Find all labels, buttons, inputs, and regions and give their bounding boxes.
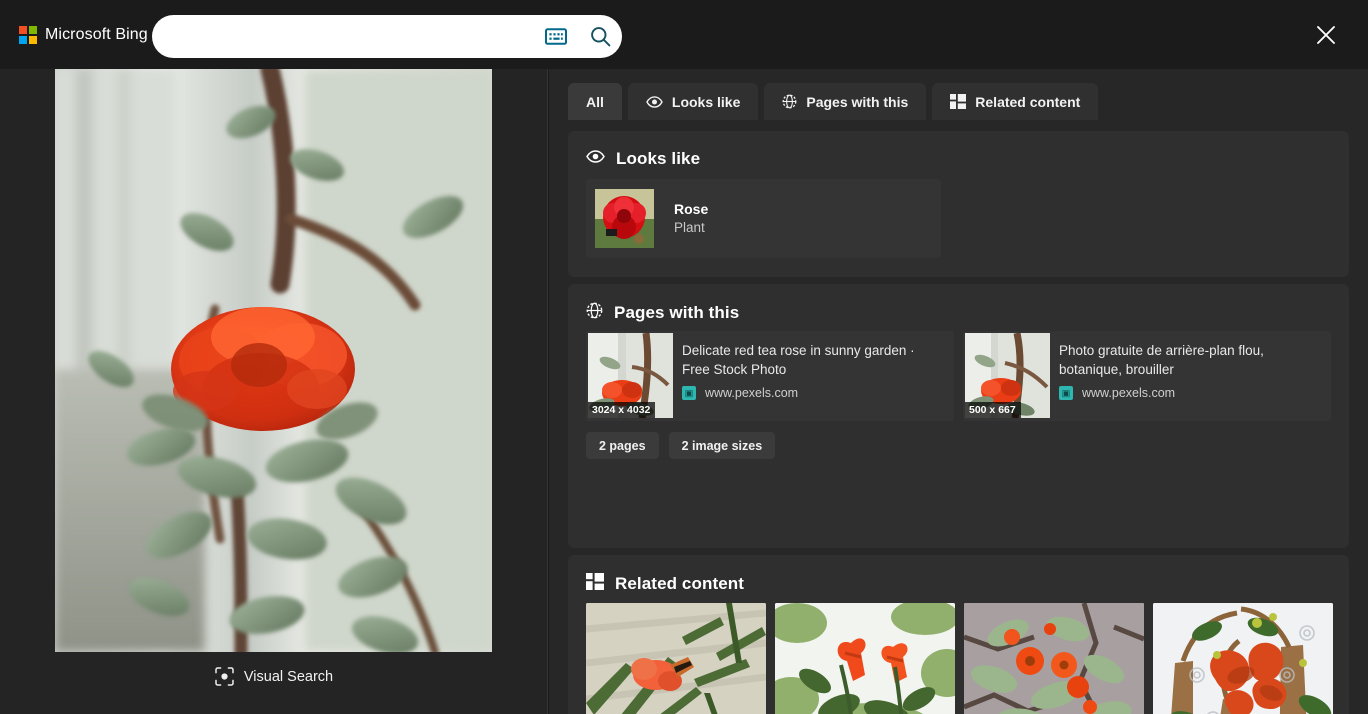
related-content-card[interactable]: Canon EOS 3000D | Canon EF-… explorecams… — [775, 603, 955, 714]
eye-icon — [586, 150, 605, 168]
query-image[interactable] — [55, 69, 492, 652]
section-pages-title: Pages with this — [614, 303, 740, 322]
page-result-card[interactable]: 500 x 667 Photo gratuite de arrière-plan… — [963, 331, 1331, 421]
section-pages-header: Pages with this — [568, 284, 1349, 324]
globe-icon — [586, 302, 603, 324]
section-looks-like-header: Looks like — [568, 131, 1349, 169]
content-area: Visual Search All Looks like Pages with … — [0, 69, 1368, 714]
related-content-image-graphic — [964, 603, 1144, 714]
chip-pages-count[interactable]: 2 pages — [586, 432, 659, 459]
globe-icon — [782, 94, 797, 109]
eye-icon — [646, 95, 663, 108]
tab-looks-like-label: Looks like — [671, 93, 741, 110]
favicon-icon: ▣ — [682, 386, 696, 400]
related-content-image — [964, 603, 1144, 714]
related-content-card[interactable]: Monarch Viceroy Orange Butt… Decorations… — [586, 603, 766, 714]
section-looks-like-title: Looks like — [616, 149, 701, 168]
related-content-image — [775, 603, 955, 714]
close-button[interactable] — [1312, 21, 1340, 49]
query-image-graphic — [55, 69, 492, 652]
page-result-body: Photo gratuite de arrière-plan flou, bot… — [1050, 331, 1331, 421]
brand: Microsoft Bing — [19, 25, 148, 44]
entity-text: Rose Plant — [674, 200, 708, 237]
entity-type: Plant — [674, 220, 705, 235]
microsoft-logo-icon — [19, 25, 37, 44]
related-content-card[interactable] — [1153, 603, 1333, 714]
tab-related-content[interactable]: Related content — [932, 83, 1099, 120]
app-header: Microsoft Bing — [0, 0, 1368, 69]
page-result-url: www.pexels.com — [705, 386, 799, 400]
entity-thumbnail — [595, 189, 654, 248]
page-result-thumbnail: 500 x 667 — [965, 333, 1050, 418]
page-result-source: ▣ www.pexels.com — [682, 386, 945, 400]
section-related-title: Related content — [615, 574, 745, 593]
results-pane: All Looks like Pages with this Related c… — [549, 69, 1368, 714]
page-result-card[interactable]: 3024 x 4032 Delicate red tea rose in sun… — [586, 331, 954, 421]
visual-search-button[interactable]: Visual Search — [0, 667, 548, 686]
layout-grid-icon — [586, 573, 604, 595]
page-result-body: Delicate red tea rose in sunny garden · … — [673, 331, 954, 421]
entity-name: Rose — [674, 201, 709, 217]
search-bar[interactable] — [152, 15, 622, 58]
tab-all[interactable]: All — [568, 83, 622, 120]
section-related-content: Related content — [568, 555, 1349, 714]
related-content-image-graphic — [586, 603, 766, 714]
tab-related-content-label: Related content — [975, 93, 1081, 110]
chip-image-sizes-count[interactable]: 2 image sizes — [668, 432, 776, 459]
tab-looks-like[interactable]: Looks like — [627, 83, 759, 120]
image-preview-pane: Visual Search — [0, 69, 548, 714]
search-icon[interactable] — [578, 15, 622, 58]
related-content-image — [1153, 603, 1333, 714]
brand-name: Microsoft Bing — [45, 25, 148, 43]
related-content-image-graphic — [775, 603, 955, 714]
search-input[interactable] — [170, 16, 534, 57]
page-result-thumbnail: 3024 x 4032 — [588, 333, 673, 418]
page-result-title: Delicate red tea rose in sunny garden · … — [682, 343, 915, 377]
filter-chips: 2 pages 2 image sizes — [586, 432, 776, 459]
image-dimensions-badge: 500 x 667 — [965, 402, 1021, 418]
tab-all-label: All — [586, 93, 604, 110]
tab-pages-with-this-label: Pages with this — [806, 93, 909, 110]
favicon-icon: ▣ — [1059, 386, 1073, 400]
related-content-image — [586, 603, 766, 714]
entity-card-rose[interactable]: Rose Plant — [586, 179, 941, 258]
section-related-header: Related content — [568, 555, 1349, 595]
section-looks-like: Looks like Rose Plant — [568, 131, 1349, 277]
keyboard-icon[interactable] — [534, 15, 578, 58]
page-result-source: ▣ www.pexels.com — [1059, 386, 1322, 400]
page-results-list: 3024 x 4032 Delicate red tea rose in sun… — [586, 331, 1331, 421]
layout-grid-icon — [950, 94, 967, 109]
section-pages-with-this: Pages with this 3024 x 4032 Delicate red… — [568, 284, 1349, 548]
image-dimensions-badge: 3024 x 4032 — [588, 402, 656, 418]
visual-search-label: Visual Search — [243, 668, 334, 685]
entity-thumbnail-graphic — [595, 189, 654, 248]
tab-pages-with-this[interactable]: Pages with this — [764, 83, 927, 120]
visual-search-icon — [215, 667, 234, 686]
page-result-url: www.pexels.com — [1082, 386, 1176, 400]
related-content-grid: Monarch Viceroy Orange Butt… Decorations… — [586, 603, 1333, 714]
related-content-image-graphic — [1153, 603, 1333, 714]
related-content-card[interactable]: Narrow-leaf GlobeMallow, Sph… www.sdgkds… — [964, 603, 1144, 714]
results-tabs: All Looks like Pages with this Related c… — [568, 83, 1099, 120]
close-icon — [1317, 26, 1335, 44]
page-result-title: Photo gratuite de arrière-plan flou, bot… — [1059, 343, 1264, 377]
